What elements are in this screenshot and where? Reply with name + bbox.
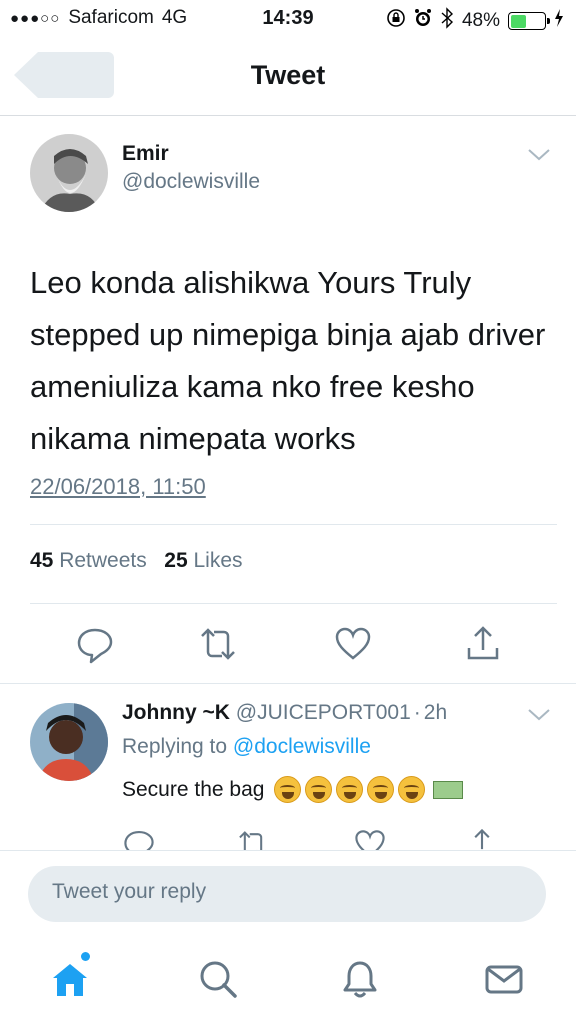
retweets-label: Retweets bbox=[59, 549, 147, 572]
divider bbox=[0, 683, 576, 684]
author-name[interactable]: Emir bbox=[122, 142, 169, 166]
author-handle[interactable]: @doclewisville bbox=[122, 170, 260, 194]
tweet-text: Leo konda alishikwa Yours Truly stepped … bbox=[30, 265, 546, 456]
status-right: 48% bbox=[386, 7, 564, 35]
laughing-crying-emoji bbox=[336, 776, 364, 803]
battery-level bbox=[510, 14, 527, 28]
divider bbox=[30, 524, 557, 525]
laughing-crying-emoji bbox=[305, 776, 333, 803]
reply-button[interactable] bbox=[75, 624, 115, 664]
laughing-crying-emoji bbox=[274, 776, 302, 803]
alarm-icon bbox=[414, 8, 432, 34]
tweet-actions bbox=[0, 624, 576, 684]
author-avatar[interactable] bbox=[30, 134, 108, 212]
replying-prefix: Replying to bbox=[122, 735, 228, 758]
reply-retweet-button[interactable] bbox=[235, 827, 275, 850]
reply-author-handle[interactable]: @JUICEPORT001 bbox=[236, 701, 411, 724]
nav-bar: Tweet bbox=[0, 38, 576, 116]
share-button[interactable] bbox=[463, 624, 503, 664]
replying-to: Replying to @doclewisville bbox=[122, 735, 371, 759]
home-icon bbox=[53, 964, 87, 996]
orientation-lock-icon bbox=[386, 8, 406, 34]
reply-share-button[interactable] bbox=[465, 827, 505, 850]
battery-percent: 48% bbox=[461, 10, 500, 31]
tab-notifications[interactable] bbox=[339, 958, 381, 1000]
share-icon bbox=[474, 828, 490, 850]
share-icon bbox=[467, 626, 499, 660]
likes-label: Likes bbox=[193, 549, 243, 572]
retweets-stat[interactable]: 45 Retweets bbox=[30, 549, 147, 572]
reply-avatar[interactable] bbox=[30, 703, 108, 781]
separator: · bbox=[413, 701, 421, 724]
notifications-icon bbox=[343, 961, 377, 998]
chevron-down-icon bbox=[528, 149, 550, 161]
like-icon bbox=[355, 830, 385, 850]
reply-input[interactable]: Tweet your reply bbox=[28, 866, 546, 922]
reply-composer-bar: Tweet your reply bbox=[0, 850, 576, 938]
reply-icon bbox=[77, 628, 113, 664]
retweet-icon bbox=[201, 628, 235, 660]
page-title: Tweet bbox=[250, 60, 326, 90]
retweet-icon bbox=[239, 831, 266, 850]
retweets-count: 45 bbox=[30, 549, 54, 572]
reply-icon bbox=[124, 831, 154, 850]
laughing-crying-emoji bbox=[367, 776, 395, 803]
reply-like-button[interactable] bbox=[353, 827, 393, 850]
charging-icon bbox=[554, 9, 564, 33]
chevron-down-icon bbox=[528, 709, 550, 721]
like-button[interactable] bbox=[333, 624, 373, 664]
likes-stat[interactable]: 25 Likes bbox=[164, 549, 242, 572]
tweet-timestamp[interactable]: 22/06/2018, 11:50 bbox=[30, 474, 206, 500]
reply-tweet[interactable]: Johnny ~K @JUICEPORT001 · 2h Replying to @… bbox=[0, 685, 576, 850]
tweet-options-button[interactable] bbox=[527, 147, 551, 163]
status-bar: ●●●○○ Safaricom 4G 14:39 48% bbox=[0, 0, 576, 38]
search-icon bbox=[200, 961, 237, 998]
bluetooth-icon bbox=[440, 7, 454, 35]
reply-options-button[interactable] bbox=[527, 707, 551, 723]
reply-header: Johnny ~K @JUICEPORT001 · 2h bbox=[122, 701, 447, 725]
retweet-button[interactable] bbox=[196, 624, 236, 664]
reply-reply-button[interactable] bbox=[122, 827, 162, 850]
messages-icon bbox=[485, 965, 523, 994]
battery-icon bbox=[508, 12, 550, 30]
divider bbox=[30, 603, 557, 604]
reply-text: Secure the bag bbox=[122, 776, 464, 803]
tab-search[interactable] bbox=[197, 958, 239, 1000]
laughing-crying-emoji bbox=[398, 776, 426, 803]
likes-count: 25 bbox=[164, 549, 188, 572]
unread-dot bbox=[81, 952, 90, 961]
like-icon bbox=[335, 627, 371, 660]
tweet-stats: 45 Retweets 25 Likes bbox=[30, 549, 243, 573]
reply-age: 2h bbox=[423, 701, 448, 724]
replying-to-handle[interactable]: @doclewisville bbox=[233, 735, 371, 758]
reply-author-name[interactable]: Johnny ~K bbox=[122, 701, 230, 724]
tab-messages[interactable] bbox=[483, 958, 525, 1000]
tab-home[interactable] bbox=[49, 952, 91, 1000]
battery-cap bbox=[547, 18, 550, 24]
tab-bar bbox=[0, 940, 576, 1024]
money-emoji bbox=[433, 780, 464, 799]
reply-body: Secure the bag bbox=[122, 777, 265, 801]
